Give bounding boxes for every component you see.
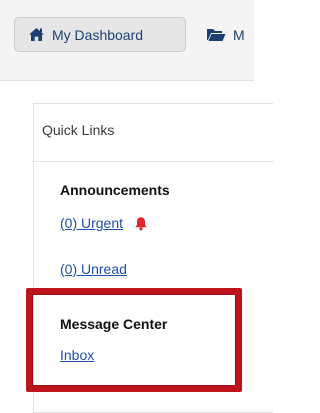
unread-announcements-link[interactable]: (0) Unread [60,261,127,277]
my-dashboard-button[interactable]: My Dashboard [14,17,186,52]
quick-links-header: Quick Links [34,104,274,162]
top-navigation: My Dashboard M [0,0,254,81]
message-center-highlight [26,288,242,392]
quick-links-title: Quick Links [42,122,115,138]
my-dashboard-label: My Dashboard [52,26,144,43]
urgent-row: (0) Urgent [60,215,148,231]
bell-icon [134,216,148,231]
urgent-announcements-link[interactable]: (0) Urgent [60,215,123,231]
folder-open-icon [206,27,226,42]
home-icon [28,27,45,42]
announcements-heading: Announcements [60,182,170,198]
messages-nav-label: M [233,26,245,43]
messages-nav-button[interactable]: M [196,17,276,52]
